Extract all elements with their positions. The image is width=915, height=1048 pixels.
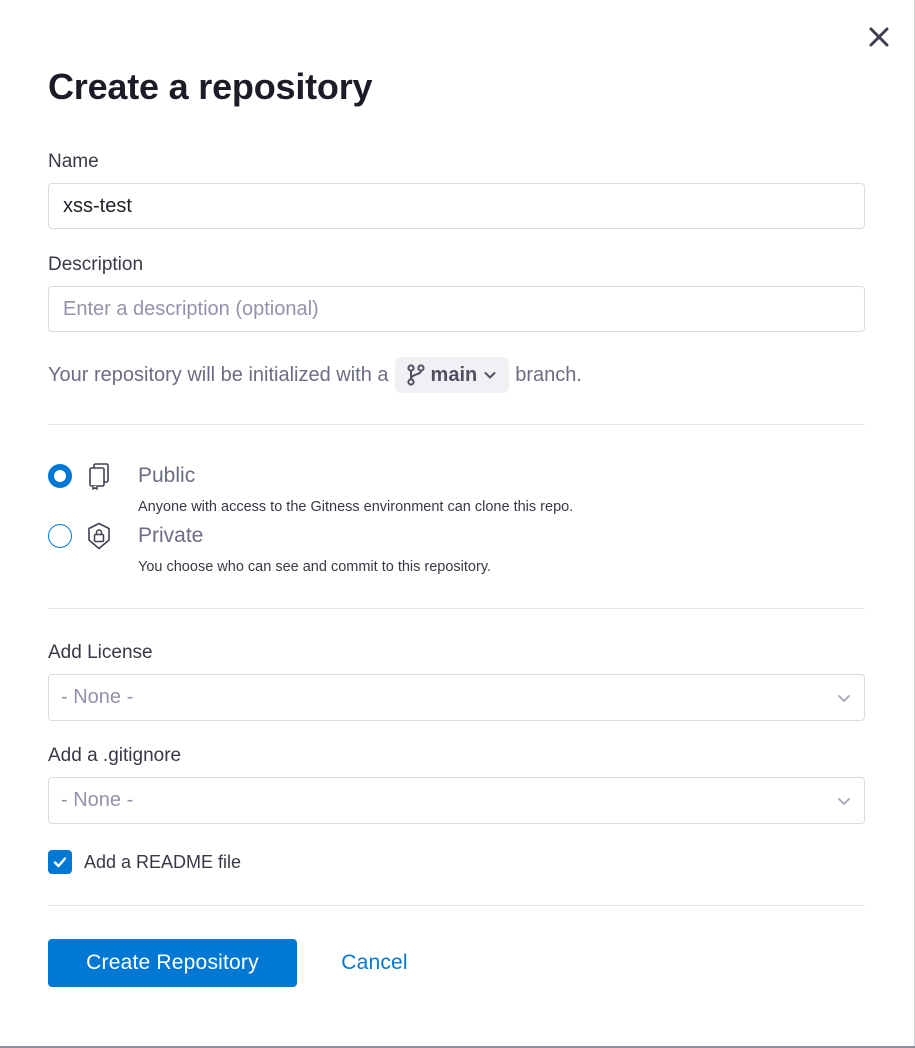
close-icon	[869, 27, 889, 47]
readme-label: Add a README file	[84, 851, 242, 872]
private-radio[interactable]	[48, 524, 72, 548]
divider	[48, 905, 865, 906]
close-button[interactable]	[864, 22, 894, 52]
chevron-down-icon	[484, 372, 496, 379]
chevron-down-icon	[838, 798, 850, 805]
branch-name: main	[430, 363, 478, 386]
shield-lock-icon	[88, 522, 110, 550]
license-selected-value: - None -	[61, 686, 134, 708]
public-description: Anyone with access to the Gitness enviro…	[138, 499, 574, 515]
public-title: Public	[138, 464, 196, 487]
private-title: Private	[138, 524, 204, 547]
checkmark-icon	[53, 857, 67, 868]
visibility-option-public[interactable]: Public Anyone with access to the Gitness…	[48, 463, 865, 520]
branch-prefix-text: Your repository will be initialized with…	[48, 363, 389, 386]
divider	[48, 424, 865, 425]
visibility-option-private[interactable]: Private You choose who can see and commi…	[48, 522, 865, 580]
divider	[48, 608, 865, 609]
license-label: Add License	[48, 642, 153, 663]
public-radio[interactable]	[48, 464, 72, 488]
branch-info: Your repository will be initialized with…	[48, 357, 582, 393]
branch-selector[interactable]: main	[394, 357, 510, 393]
git-branch-icon	[406, 364, 425, 386]
chevron-down-icon	[838, 695, 850, 702]
readme-checkbox-row[interactable]: Add a README file	[48, 850, 241, 874]
repository-icon	[89, 463, 109, 490]
private-description: You choose who can see and commit to thi…	[138, 559, 492, 575]
description-label: Description	[48, 254, 144, 275]
license-select[interactable]: - None -	[48, 674, 865, 721]
readme-checkbox[interactable]	[48, 850, 72, 874]
name-input[interactable]	[48, 183, 865, 229]
dialog-title: Create a repository	[48, 66, 373, 107]
branch-suffix-text: branch.	[515, 363, 582, 386]
name-label: Name	[48, 151, 99, 172]
create-repository-dialog: Create a repository Name Description You…	[0, 0, 915, 1048]
gitignore-selected-value: - None -	[61, 789, 134, 811]
cancel-button[interactable]: Cancel	[322, 939, 427, 987]
create-repository-button[interactable]: Create Repository	[48, 939, 297, 987]
gitignore-select[interactable]: - None -	[48, 777, 865, 824]
gitignore-label: Add a .gitignore	[48, 745, 182, 766]
description-input[interactable]	[48, 286, 865, 332]
